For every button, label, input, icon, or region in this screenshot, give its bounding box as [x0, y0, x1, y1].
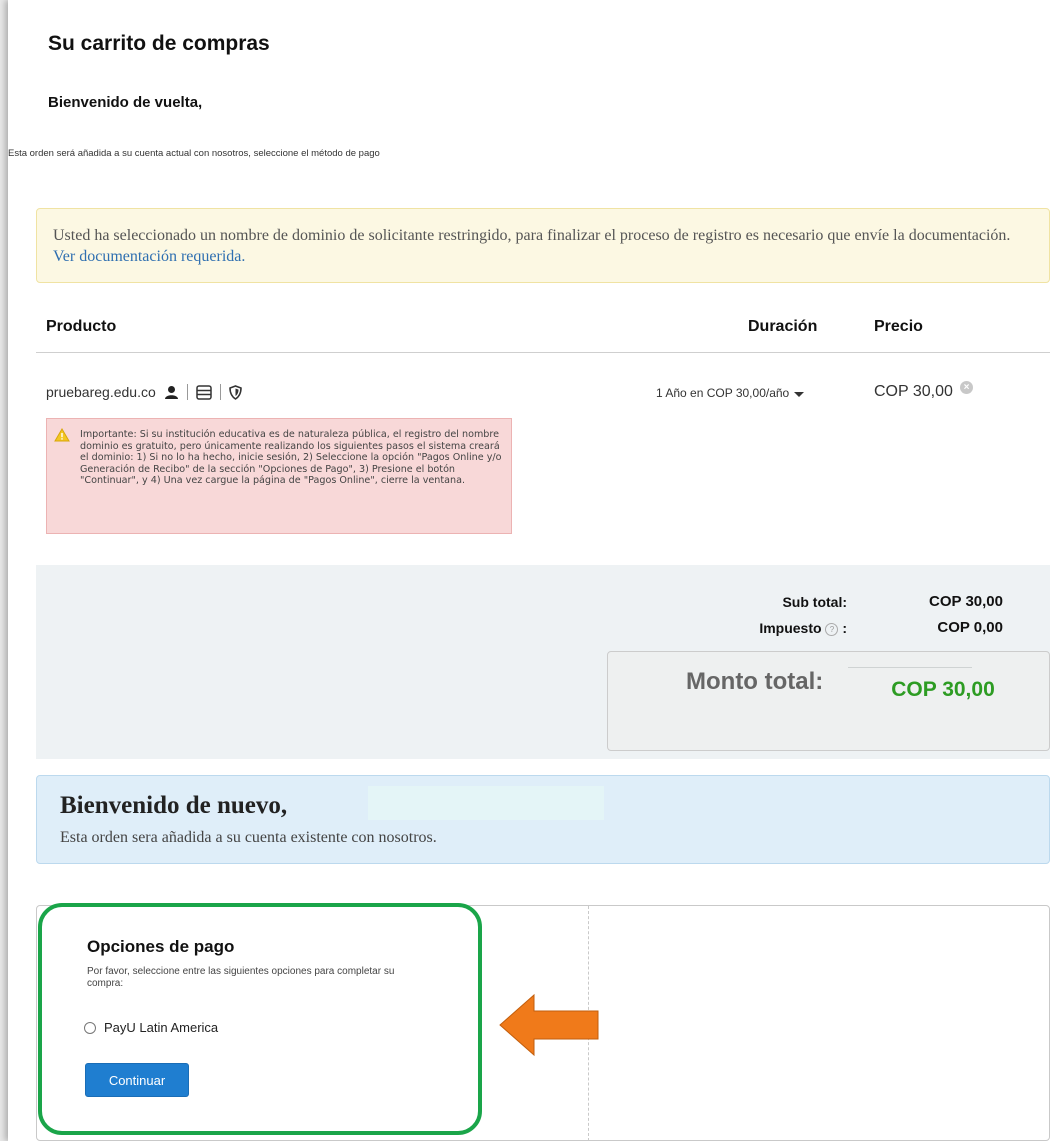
important-notice: Importante: Si su institución educativa …: [46, 418, 512, 534]
column-header-price: Precio: [874, 318, 923, 335]
column-header-product: Producto: [46, 318, 117, 335]
shield-icon[interactable]: [228, 384, 242, 400]
icon-separator: [219, 384, 221, 400]
arrow-left-icon: [496, 991, 602, 1064]
chevron-down-icon: [794, 391, 805, 397]
subtotal-label: Sub total:: [782, 594, 847, 610]
tax-value: COP 0,00: [937, 619, 1003, 636]
total-value: COP 30,00: [891, 678, 995, 701]
annotation-highlight: [38, 903, 482, 1135]
warning-icon: [54, 428, 70, 447]
welcome-text: Esta orden sera añadida a su cuenta exis…: [60, 829, 437, 846]
restricted-domain-text: Usted ha seleccionado un nombre de domin…: [53, 227, 1011, 244]
table-header-divider: [36, 352, 1050, 353]
domain-name: pruebareg.edu.co: [46, 384, 156, 400]
page-title: Su carrito de compras: [48, 32, 270, 55]
column-header-duration: Duración: [748, 318, 818, 335]
redacted-name: [368, 786, 604, 820]
duration-value: 1 Año en COP 30,00/año: [656, 386, 790, 400]
tax-label-group: Impuesto ? :: [647, 620, 847, 636]
help-icon[interactable]: ?: [825, 622, 839, 636]
close-icon[interactable]: ×: [960, 381, 973, 394]
tax-label: Impuesto: [759, 620, 822, 636]
tax-colon: :: [842, 620, 847, 636]
order-note: Esta orden será añadida a su cuenta actu…: [8, 148, 380, 159]
item-price: COP 30,00: [874, 383, 953, 400]
duration-select[interactable]: 1 Año en COP 30,00/año: [656, 386, 805, 400]
welcome-title: Bienvenido de nuevo,: [60, 792, 288, 819]
restricted-domain-alert: Usted ha seleccionado un nombre de domin…: [36, 208, 1050, 283]
cart-item-domain: pruebareg.edu.co: [46, 384, 242, 400]
server-icon[interactable]: [196, 384, 212, 400]
user-icon[interactable]: [164, 385, 179, 400]
subtotal-value: COP 30,00: [929, 593, 1003, 610]
greeting-heading: Bienvenido de vuelta,: [48, 94, 203, 111]
icon-separator: [186, 384, 188, 400]
total-label: Monto total:: [686, 668, 824, 695]
required-docs-link[interactable]: Ver documentación requerida.: [53, 248, 245, 265]
total-divider: [848, 667, 972, 668]
